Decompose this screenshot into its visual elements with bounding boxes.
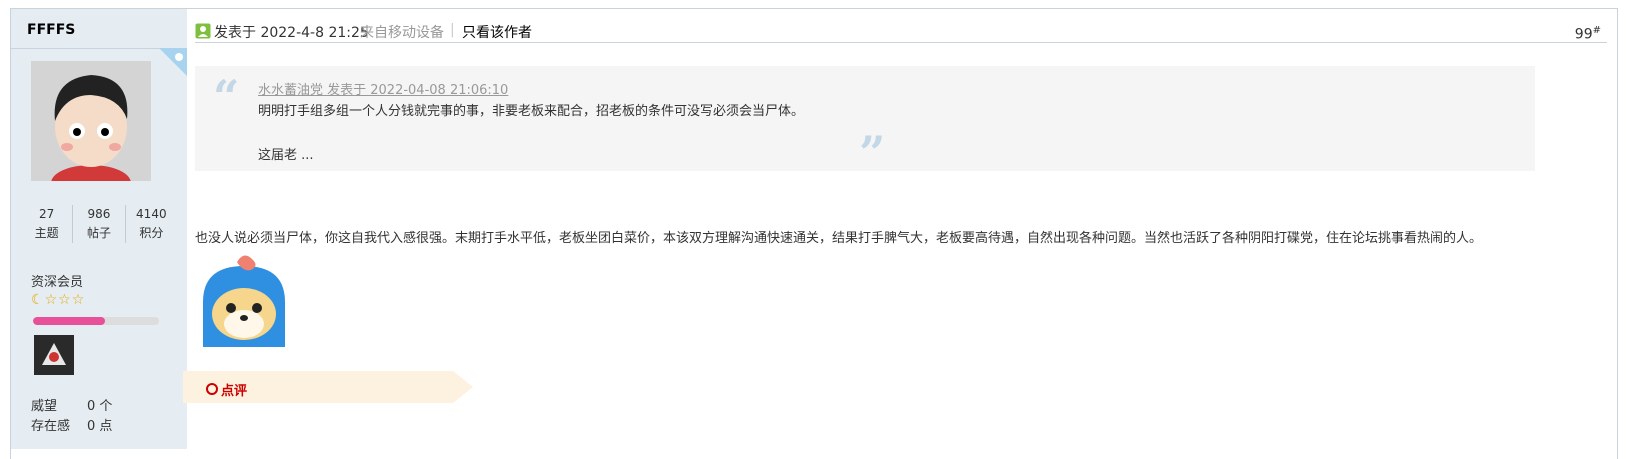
user-grade[interactable]: 资深会员	[31, 271, 83, 290]
author-sidebar: FFFFS 27 主题 986 帖子 4140 积分 资深会员 ☾☆☆☆ 威望 …	[11, 9, 187, 449]
level-stars: ☾☆☆☆	[31, 292, 85, 308]
dog-sticker-image	[203, 255, 285, 347]
moon-icon: ☾	[31, 292, 45, 308]
level-progress-fill	[33, 317, 105, 325]
rate-button[interactable]: 点评	[221, 380, 247, 399]
quote-text: 明明打手组多组一个人分钱就完事的事，非要老板来配合，招老板的条件可没写必须会当尸…	[258, 104, 805, 119]
floor-number[interactable]: 99#	[1575, 25, 1601, 43]
post-header: 发表于 2022-4-8 21:25 来自移动设备 | 只看该作者 99#	[195, 18, 1607, 43]
stat-value: 27	[39, 207, 55, 221]
quote-close-icon: ”	[859, 126, 886, 180]
info-value: 0 个	[87, 399, 113, 414]
medal-image	[34, 335, 74, 375]
quote-meta-link[interactable]: 水水蓄油党 发表于 2022-04-08 21:06:10	[258, 79, 508, 98]
stat-label: 主题	[34, 226, 59, 240]
stat-posts[interactable]: 986 帖子	[72, 205, 124, 243]
stat-value: 4140	[136, 207, 167, 221]
medal-icon[interactable]	[34, 335, 74, 375]
post-body: 也没人说必须当尸体，你这自我代入感很强。末期打手水平低，老板坐团白菜价，本该双方…	[195, 231, 1483, 246]
post-container: FFFFS 27 主题 986 帖子 4140 积分 资深会员 ☾☆☆☆ 威望 …	[10, 8, 1618, 459]
post-main: 发表于 2022-4-8 21:25 来自移动设备 | 只看该作者 99# “ …	[183, 9, 1617, 449]
info-value: 0 点	[87, 419, 113, 434]
separator: |	[450, 22, 455, 38]
floor-mark: #	[1592, 25, 1601, 36]
quote-block: “ ” 水水蓄油党 发表于 2022-04-08 21:06:10 明明打手组多…	[195, 66, 1535, 180]
info-prestige: 威望 0 个	[31, 395, 112, 414]
stat-credits[interactable]: 4140 积分	[124, 205, 177, 243]
star-icon: ☆	[58, 292, 72, 308]
quote-text-truncated: 这届老 ...	[258, 148, 314, 163]
post-source[interactable]: 来自移动设备	[360, 22, 444, 42]
view-author-only-link[interactable]: 只看该作者	[462, 22, 532, 42]
user-card-icon	[195, 23, 211, 39]
stat-label: 积分	[139, 226, 164, 240]
info-label: 存在感	[31, 419, 71, 434]
username-link[interactable]: FFFFS	[27, 22, 75, 38]
avatar[interactable]	[31, 61, 151, 181]
info-presence: 存在感 0 点	[31, 415, 112, 434]
star-icon: ☆	[71, 292, 86, 308]
user-stats: 27 主题 986 帖子 4140 积分	[21, 205, 177, 243]
circle-icon	[206, 383, 218, 395]
stat-label: 帖子	[86, 226, 111, 240]
stat-value: 986	[87, 207, 111, 221]
info-label: 威望	[31, 399, 58, 414]
level-progress-bar	[33, 317, 159, 325]
floor-value: 99	[1574, 26, 1593, 43]
online-status-icon	[159, 48, 187, 76]
quote-open-icon: “	[213, 70, 240, 124]
avatar-image	[31, 61, 151, 181]
post-timestamp: 发表于 2022-4-8 21:25	[214, 25, 369, 41]
stat-threads[interactable]: 27 主题	[21, 205, 72, 243]
star-icon: ☆	[44, 292, 59, 308]
